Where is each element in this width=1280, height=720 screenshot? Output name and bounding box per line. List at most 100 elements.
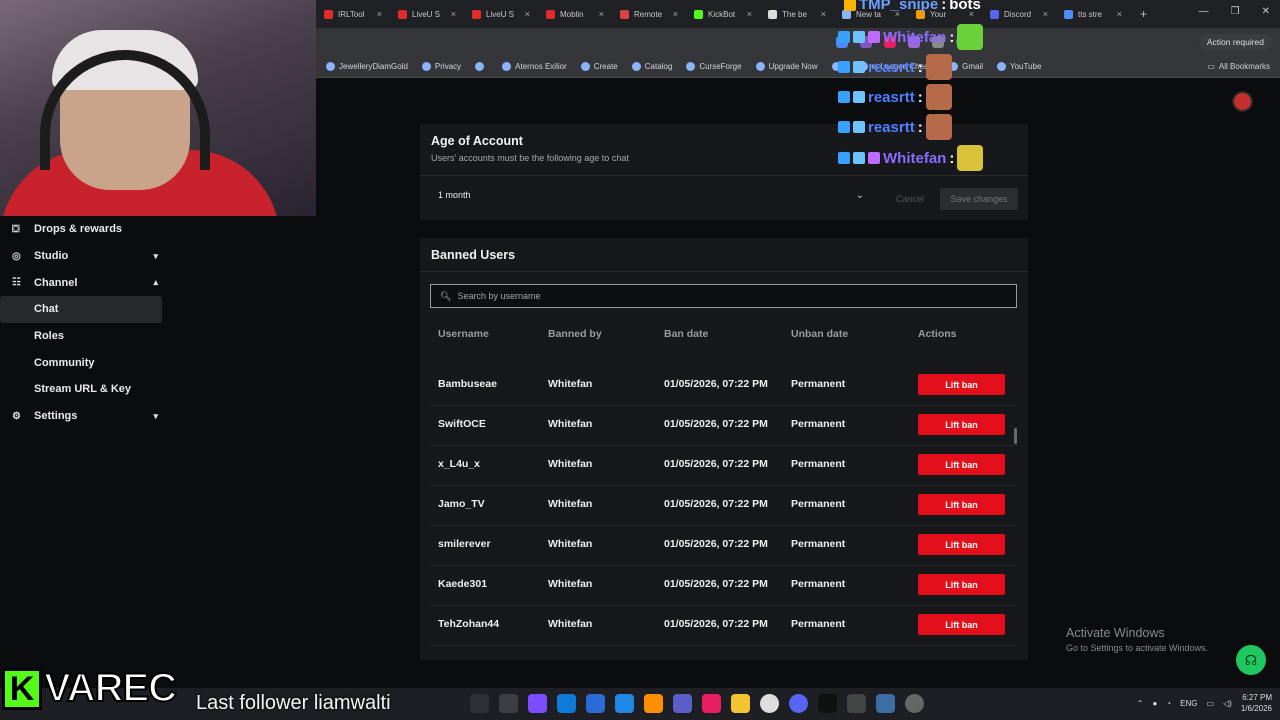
browser-tab[interactable]: tts stre × [1056,0,1130,28]
folder-icon[interactable] [731,694,750,713]
bookmark-favicon-icon [631,62,641,71]
lift-ban-button[interactable]: Lift ban [918,454,1005,475]
browser-tab[interactable]: Discord × [982,0,1056,28]
outlook-icon[interactable] [615,694,634,713]
activate-windows-watermark: Activate Windows Go to Settings to activ… [1066,626,1208,653]
help-chat-button[interactable]: ☊ [1236,645,1266,675]
bookmark-item[interactable]: Privacy [421,62,461,71]
browser-tabbar: IRLTool × LiveU S × LiveU S × Moblin × Remote × Ki… [316,0,1280,28]
browser-tab[interactable]: LiveU S × [390,0,464,28]
tab-label: tts stre [1078,9,1103,19]
capcut-icon[interactable] [818,694,837,713]
avatar[interactable] [1232,91,1253,112]
scrollbar[interactable] [1014,428,1017,444]
action-required-button[interactable]: Action required [1198,34,1272,50]
chrome-icon[interactable] [760,694,779,713]
close-tab-icon[interactable]: × [747,9,752,19]
search-icon: 🔍︎ [440,290,452,301]
banned-by-cell: Whitefan [548,498,593,510]
close-tab-icon[interactable]: × [451,9,456,19]
close-tab-icon[interactable]: × [525,9,530,19]
bookmark-item[interactable]: CurseForge [686,62,742,71]
cancel-button[interactable]: Cancel [884,188,936,210]
task-view-icon[interactable] [499,694,518,713]
lift-ban-button[interactable]: Lift ban [918,574,1005,595]
sidebar-item-chat[interactable]: Chat [0,296,162,323]
emote-icon [925,54,952,80]
sidebar-item-drops[interactable]: ⛋ Drops & rewards [0,216,172,243]
app-icon[interactable] [644,694,663,713]
browser-tab[interactable]: LiveU S × [464,0,538,28]
teams-icon[interactable] [673,694,692,713]
notepad-icon[interactable] [876,694,895,713]
clock-date: 1/6/2026 [1240,704,1272,713]
column-header[interactable]: Unban date [791,328,848,340]
bookmark-favicon-icon [755,62,765,71]
browser-tab[interactable]: IRLTool × [316,0,390,28]
maximize-icon[interactable]: ❐ [1231,6,1240,17]
edge-icon[interactable] [557,694,576,713]
music-icon[interactable] [702,694,721,713]
chat-username: Whitefan [883,149,947,167]
close-tab-icon[interactable]: × [673,9,678,19]
sidebar-item-channel[interactable]: ☷ Channel ▴ [0,269,172,296]
language-indicator[interactable]: ENG [1180,699,1197,708]
search-icon[interactable] [470,694,489,713]
new-tab-button[interactable]: + [1130,7,1157,21]
minimize-icon[interactable]: — [1199,6,1209,17]
clock[interactable]: 6:27 PM 1/6/2026 [1241,692,1272,714]
save-changes-button[interactable]: Save changes [940,188,1018,210]
banned-users-panel: Banned Users 🔍︎ Username Banned by Ban d… [420,238,1028,660]
volume-icon[interactable]: ◁) [1223,699,1232,708]
tray-icon[interactable]: ● [1152,699,1157,708]
close-tab-icon[interactable]: × [1043,9,1048,19]
discord-icon[interactable] [789,694,808,713]
lift-ban-button[interactable]: Lift ban [918,414,1005,435]
bookmark-item[interactable]: Upgrade Now [755,62,818,71]
wifi-icon[interactable]: ◔ [1166,699,1171,708]
bookmark-item[interactable]: Aternos Exilior [502,62,567,71]
search-input[interactable] [457,291,998,301]
column-header[interactable]: Username [438,328,489,340]
account-age-select[interactable]: 1 month ⌄ [430,184,872,206]
browser-tab[interactable]: Moblin × [538,0,612,28]
settings-icon[interactable] [905,694,924,713]
bookmark-item[interactable] [475,62,488,71]
bookmark-item[interactable]: YouTube [997,62,1041,71]
sidebar-item-community[interactable]: Community [0,349,172,376]
network-icon[interactable]: ▭ [1206,699,1214,708]
lift-ban-button[interactable]: Lift ban [918,494,1005,515]
windows-taskbar: ⌃ ● ◔ ENG ▭ ◁) 6:27 PM 1/6/2026 [0,688,1280,720]
ban-date-cell: 01/05/2026, 07:22 PM [664,458,768,470]
sidebar-item-roles[interactable]: Roles [0,323,172,350]
browser-tab[interactable]: The be × [760,0,834,28]
close-icon[interactable]: ✕ [1262,6,1270,17]
tab-label: KickBot [708,9,736,19]
tab-favicon-icon [990,9,999,19]
sidebar-item-studio[interactable]: ◎ Studio ▾ [0,243,172,270]
close-tab-icon[interactable]: × [821,9,826,19]
close-tab-icon[interactable]: × [599,9,604,19]
bookmark-item[interactable]: Gmail [949,62,983,71]
badge-icon [838,61,850,73]
sidebar-item-stream-url[interactable]: Stream URL & Key [0,376,172,403]
chevron-up-icon[interactable]: ⌃ [1137,699,1144,708]
tab-label: LiveU S [412,9,441,19]
lift-ban-button[interactable]: Lift ban [918,534,1005,555]
all-bookmarks-button[interactable]: ▭ All Bookmarks [1207,62,1270,71]
store-icon[interactable] [586,694,605,713]
app-icon[interactable] [847,694,866,713]
column-header[interactable]: Banned by [548,328,602,340]
bookmark-item[interactable]: JewelleryDiamGold [326,62,408,71]
close-tab-icon[interactable]: × [377,9,382,19]
column-header[interactable]: Ban date [664,328,708,340]
sidebar-item-settings[interactable]: ⚙ Settings ▾ [0,403,172,430]
bookmark-item[interactable]: Catalog [631,62,672,71]
copilot-icon[interactable] [528,694,547,713]
browser-tab[interactable]: Remote × [612,0,686,28]
browser-tab[interactable]: KickBot × [686,0,760,28]
close-tab-icon[interactable]: × [1117,9,1122,19]
lift-ban-button[interactable]: Lift ban [918,374,1005,395]
bookmark-item[interactable]: Create [580,62,618,71]
lift-ban-button[interactable]: Lift ban [918,614,1005,635]
